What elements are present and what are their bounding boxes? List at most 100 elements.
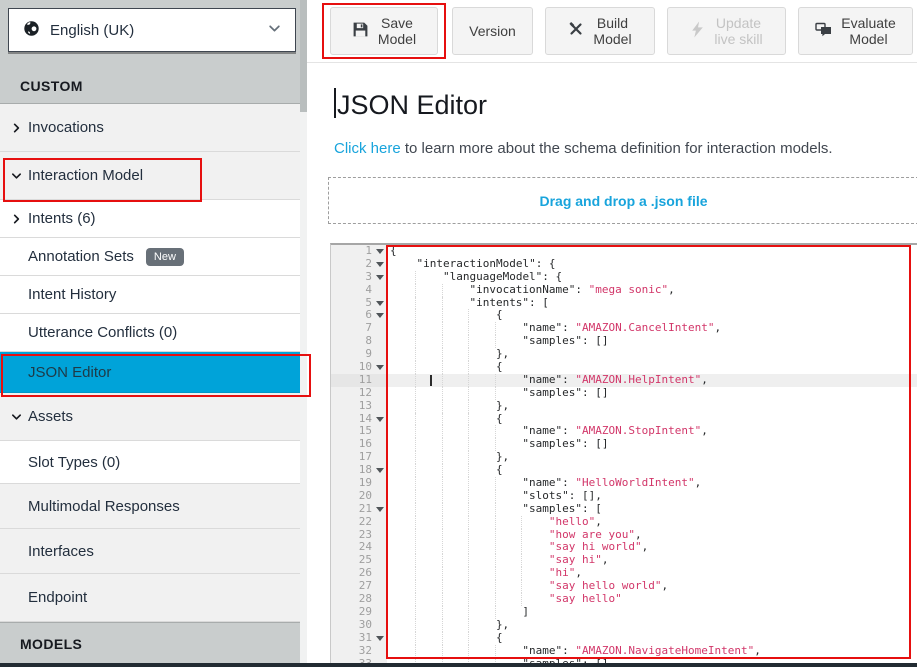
button-label: Version — [469, 23, 516, 39]
build-icon — [568, 21, 584, 40]
json-dropzone[interactable]: Drag and drop a .json file — [328, 177, 917, 224]
sidebar-scrollbar-thumb[interactable] — [300, 0, 307, 112]
editor-gutter: 1234567891011121314151617181920212223242… — [331, 245, 387, 667]
json-code-editor[interactable]: 1234567891011121314151617181920212223242… — [330, 243, 917, 667]
sidebar-item-label: JSON Editor — [28, 364, 111, 381]
sidebar-item-slot-types-0[interactable]: Slot Types (0) — [0, 441, 300, 484]
schema-help-rest: to learn more about the schema definitio… — [401, 140, 833, 157]
sidebar-item-utterance-conflicts-0[interactable]: Utterance Conflicts (0) — [0, 314, 300, 352]
sidebar-item-invocations[interactable]: Invocations — [0, 104, 300, 152]
sidebar-item-label: Utterance Conflicts (0) — [28, 324, 177, 341]
sidebar-item-endpoint[interactable]: Endpoint — [0, 574, 300, 622]
sidebar-nav: Invocations Interaction Model Intents (6) A… — [0, 104, 300, 622]
chevron-down-icon — [11, 411, 22, 422]
chevron-down-icon — [11, 170, 22, 181]
code-fold-arrow-icon[interactable] — [376, 636, 384, 641]
sidebar-item-interfaces[interactable]: Interfaces — [0, 529, 300, 574]
save-icon — [352, 21, 369, 41]
editor-code-area[interactable]: { "interactionModel": { "languageModel":… — [387, 245, 917, 667]
sidebar-item-label: Invocations — [28, 119, 104, 136]
editor-line: "interactionModel": { — [387, 258, 917, 271]
sidebar-item-interaction-model[interactable]: Interaction Model — [0, 152, 300, 200]
code-fold-arrow-icon[interactable] — [376, 507, 384, 512]
gutter-line-number: 2 — [331, 258, 387, 271]
update-live-skill-button[interactable]: Updatelive skill — [667, 7, 786, 55]
main-panel: SaveModel Version BuildModel Updatelive ski… — [307, 0, 917, 667]
sidebar-item-json-editor[interactable]: JSON Editor — [0, 352, 300, 393]
sidebar-item-intents-6[interactable]: Intents (6) — [0, 200, 300, 238]
editor-line: }, — [387, 400, 917, 413]
sidebar-item-label: Interaction Model — [28, 167, 143, 184]
globe-icon — [23, 20, 40, 41]
toolbar-separator — [307, 62, 917, 63]
sidebar-footer-band: MODELS — [0, 622, 300, 663]
chevron-right-icon — [11, 122, 22, 133]
gutter-line-number: 1 — [331, 245, 387, 258]
code-fold-arrow-icon[interactable] — [376, 262, 384, 267]
code-fold-arrow-icon[interactable] — [376, 417, 384, 422]
sidebar-header-band: English (UK) CUSTOM — [0, 0, 300, 104]
alexa-developer-console: English (UK) CUSTOM Invocations Interacti… — [0, 0, 917, 667]
text-cursor — [334, 88, 336, 118]
evaluate-icon — [815, 22, 832, 40]
save-model-button[interactable]: SaveModel — [330, 7, 438, 55]
evaluate-model-button[interactable]: EvaluateModel — [798, 7, 913, 55]
models-section-header: MODELS — [20, 636, 82, 652]
schema-help-text: Click here to learn more about the schem… — [334, 140, 833, 157]
editor-line: "slots": [], — [387, 490, 917, 503]
sidebar-item-label: Endpoint — [28, 589, 87, 606]
sidebar-item-label: Multimodal Responses — [28, 498, 180, 515]
custom-section-header: CUSTOM — [20, 78, 83, 94]
code-fold-arrow-icon[interactable] — [376, 468, 384, 473]
button-label: BuildModel — [593, 15, 631, 47]
build-model-button[interactable]: BuildModel — [545, 7, 655, 55]
code-fold-arrow-icon[interactable] — [376, 365, 384, 370]
button-label: SaveModel — [378, 15, 416, 47]
gutter-line-number: 7 — [331, 322, 387, 335]
chevron-down-icon — [268, 22, 281, 39]
editor-line: }, — [387, 619, 917, 632]
sidebar-item-label: Intents (6) — [28, 210, 96, 227]
gutter-line-number: 8 — [331, 335, 387, 348]
sidebar-item-assets[interactable]: Assets — [0, 393, 300, 441]
button-label: Updatelive skill — [714, 15, 762, 47]
chevron-right-icon — [11, 213, 22, 224]
code-fold-arrow-icon[interactable] — [376, 313, 384, 318]
sidebar-item-label: Slot Types (0) — [28, 454, 120, 471]
sidebar-item-intent-history[interactable]: Intent History — [0, 276, 300, 314]
editor-line: "samples": [ — [387, 503, 917, 516]
gutter-line-number: 6 — [331, 309, 387, 322]
sidebar-item-annotation-sets[interactable]: Annotation Sets New — [0, 238, 300, 276]
editor-line: ] — [387, 606, 917, 619]
editor-text-cursor — [430, 375, 432, 386]
page-title: JSON Editor — [334, 88, 487, 121]
new-badge: New — [146, 248, 184, 266]
button-label: EvaluateModel — [841, 15, 895, 47]
gutter-line-number: 4 — [331, 284, 387, 297]
lightning-icon — [690, 21, 705, 41]
code-fold-arrow-icon[interactable] — [376, 249, 384, 254]
code-fold-arrow-icon[interactable] — [376, 301, 384, 306]
editor-line: "samples": [] — [387, 387, 917, 400]
sidebar-item-multimodal-responses[interactable]: Multimodal Responses — [0, 484, 300, 529]
gutter-line-number: 5 — [331, 297, 387, 310]
gutter-line-number: 3 — [331, 271, 387, 284]
sidebar-item-label: Assets — [28, 408, 73, 425]
editor-line: "hello", — [387, 516, 917, 529]
dropzone-label: Drag and drop a .json file — [539, 193, 707, 209]
editor-line: "invocationName": "mega sonic", — [387, 284, 917, 297]
sidebar-item-label: Interfaces — [28, 543, 94, 560]
editor-line: "say hello" — [387, 593, 917, 606]
editor-line: "name": "AMAZON.HelpIntent", — [387, 374, 917, 387]
click-here-link[interactable]: Click here — [334, 140, 401, 157]
version-button[interactable]: Version — [452, 7, 533, 55]
sidebar: English (UK) CUSTOM Invocations Interacti… — [0, 0, 307, 663]
language-selector[interactable]: English (UK) — [8, 8, 296, 52]
editor-line: { — [387, 245, 917, 258]
editor-line: "name": "AMAZON.NavigateHomeIntent", — [387, 645, 917, 658]
sidebar-item-label: Intent History — [28, 286, 116, 303]
sidebar-item-label: Annotation Sets — [28, 248, 134, 265]
language-selector-value: English (UK) — [50, 22, 134, 39]
editor-line: "name": "HelloWorldIntent", — [387, 477, 917, 490]
code-fold-arrow-icon[interactable] — [376, 275, 384, 280]
